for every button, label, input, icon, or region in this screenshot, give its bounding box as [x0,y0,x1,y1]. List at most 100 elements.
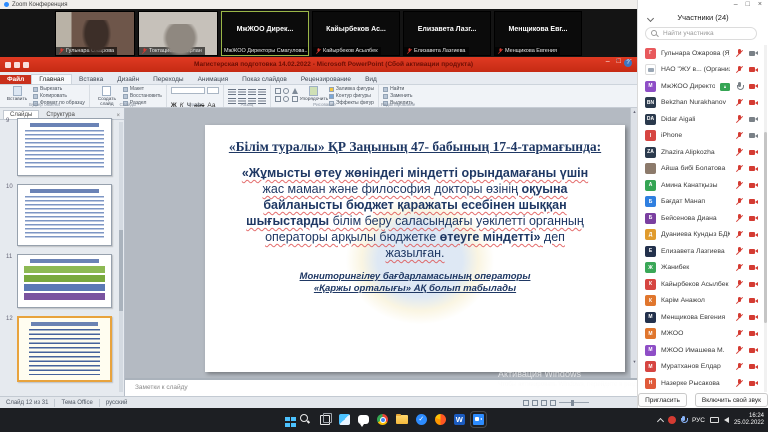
invite-button[interactable]: Пригласить [638,393,687,407]
video-tile[interactable]: Менщикова Евг... Менщикова Евгения [494,11,582,56]
editor-scrollbar[interactable]: ▲ ▼ [630,108,637,378]
quick-access-toolbar[interactable] [5,62,29,68]
video-tile[interactable]: Кайырбеков Ас... Кайырбеков Асылбек [312,11,400,56]
normal-view-icon[interactable] [523,400,529,406]
reading-view-icon[interactable] [541,400,547,406]
redo-icon[interactable] [23,62,29,68]
align-left-icon[interactable] [248,89,256,96]
slides-panel-scrollbar[interactable] [119,122,123,392]
shape2-icon[interactable] [283,96,289,102]
ppt-minimize-button[interactable]: – [606,58,610,65]
participant-row[interactable]: Б Бағдат Манап [638,194,765,211]
participant-row[interactable]: М МЖОО [638,326,765,343]
window-maximize-button[interactable]: □ [746,1,750,8]
participant-row[interactable]: М Менщикова Евгения [638,309,765,326]
participant-row[interactable]: Айша бибі Болатова [638,161,765,178]
participant-row[interactable]: М МЖОО Имашева М. [638,342,765,359]
shape-outline-button[interactable]: Контур фигуры [329,93,374,99]
slide-thumbnail[interactable] [17,118,112,176]
participants-scrollbar[interactable] [764,45,768,392]
tray-mic-icon[interactable] [681,416,687,425]
language-switcher[interactable]: РУС [692,417,705,424]
participant-row[interactable]: К Кайырбеков Асылбек [638,276,765,293]
ellipse-shape-icon[interactable] [283,88,289,94]
minimize-ribbon-icon[interactable]: ^ [616,59,619,67]
participant-row[interactable]: М Муратханов Елдар [638,359,765,376]
search-input[interactable] [661,29,751,38]
ribbon-tab[interactable]: Файл [0,75,31,85]
search-icon[interactable] [299,413,311,425]
video-tile[interactable]: Елизавета Лазг... Елизавета Лазгиева [403,11,491,56]
font-size-box[interactable] [207,87,219,94]
shape-fill-button[interactable]: Заливка фигуры [329,86,374,92]
participant-row[interactable]: НАО "ЖУ в... (Организатор) [638,62,765,79]
slide-thumbnail[interactable] [17,316,112,382]
ribbon-tab[interactable]: Анимация [191,75,236,85]
tray-app-icon[interactable] [668,416,676,424]
numbering-icon[interactable] [238,89,246,96]
explorer-icon[interactable] [396,415,408,424]
tray-expand-icon[interactable] [657,417,664,424]
video-tile[interactable]: МжЖОО Дирек... МжЖОО Директоры Смагулова… [221,11,309,56]
ribbon-tab[interactable]: Дизайн [110,75,146,85]
participant-row[interactable]: ZA Zhazira Alipkozha [638,144,765,161]
zoom-app-icon[interactable] [473,414,484,425]
clock[interactable]: 16:24 25.02.2022 [734,413,764,428]
chat-icon[interactable] [358,415,369,424]
browser-icon[interactable] [435,414,446,425]
ribbon-tab[interactable]: Переходы [146,75,191,85]
participant-row[interactable]: DA Didar Aigali [638,111,765,128]
ribbon-tab[interactable]: Показ слайдов [235,75,294,85]
slide-sorter-icon[interactable] [532,400,538,406]
participant-row[interactable]: К Карім Анажол [638,293,765,310]
font-name-box[interactable] [171,87,205,94]
participant-row[interactable]: Д Дуаниева Кундыз БДК-411 [638,227,765,244]
notes-pane[interactable]: Заметки к слайду [125,378,637,396]
paste-button[interactable]: Вставить [4,86,30,102]
word-icon[interactable]: W [454,414,465,425]
slide-thumbnail[interactable] [17,254,112,308]
participant-row[interactable]: А Амина Канатқызы [638,177,765,194]
copy-button[interactable]: Копировать [33,93,85,99]
touch-keyboard-icon[interactable] [710,417,719,423]
participant-row[interactable]: Ж Жанибек [638,260,765,277]
help-icon[interactable]: ? [624,59,632,67]
ribbon-tab[interactable]: Главная [31,74,72,85]
participant-row[interactable]: Е Елизавета Лазгиева [638,243,765,260]
start-icon[interactable] [285,417,290,422]
bullets-icon[interactable] [228,89,236,96]
ribbon-tab[interactable]: Рецензирование [294,75,358,85]
layout-button[interactable]: Макет [123,86,162,92]
participant-row[interactable]: I iPhone [638,128,765,145]
ribbon-tab[interactable]: Вид [358,75,384,85]
widgets-icon[interactable] [339,414,350,425]
find-button[interactable]: Найти [383,86,413,92]
current-slide[interactable]: «Білім туралы» ҚР Заңының 47- бабының 17… [205,125,625,372]
reset-button[interactable]: Восстановить [123,93,162,99]
participant-row[interactable]: Б Бейсенова Диана [638,210,765,227]
tasks-app-icon[interactable]: ✓ [416,414,427,425]
video-tile[interactable]: Гульнара Ожарова [55,11,135,56]
close-pane-icon[interactable]: × [116,113,120,119]
shape3-icon[interactable] [292,96,298,102]
zoom-slider[interactable] [559,402,589,404]
window-close-button[interactable]: × [758,1,762,8]
save-icon[interactable] [5,62,11,68]
arrange-button[interactable]: Упорядочить [302,86,326,102]
cut-button[interactable]: Вырезать [33,86,85,92]
video-tile[interactable]: Токтациев Темирлан [138,11,218,56]
rectangle-shape-icon[interactable] [275,88,281,94]
task-view-icon[interactable] [319,413,331,425]
triangle-shape-icon[interactable] [292,88,298,94]
participant-row[interactable]: BN Bekzhan Nurakhanov [638,95,765,112]
shape1-icon[interactable] [275,96,281,102]
shapes-gallery[interactable] [275,88,299,102]
ribbon-tab[interactable]: Вставка [72,75,110,85]
participant-row[interactable]: М МжЖОО Директоры Смаг... [638,78,765,95]
undo-icon[interactable] [14,62,20,68]
slideshow-icon[interactable] [550,400,556,406]
participant-row[interactable]: Г Гульнара Ожарова (Я) [638,45,765,62]
volume-icon[interactable] [724,417,729,423]
align-center-icon[interactable] [258,89,266,96]
participant-row[interactable]: Н Назерке Рысакова [638,375,765,392]
